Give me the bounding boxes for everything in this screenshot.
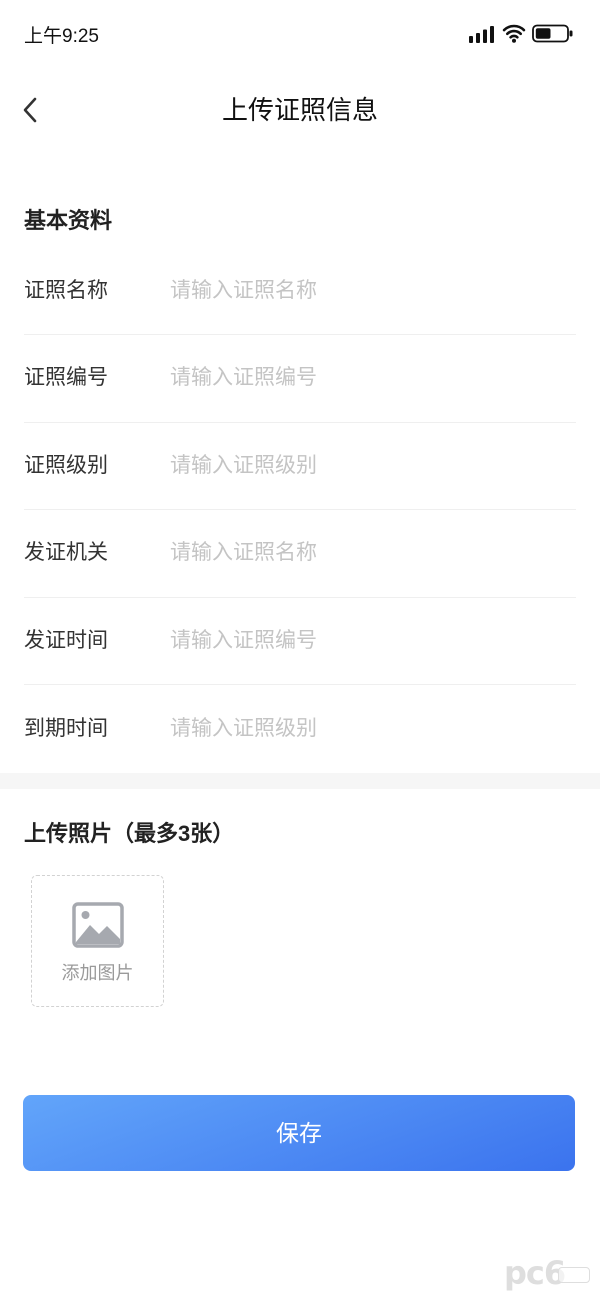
issuing-authority-input[interactable] bbox=[170, 540, 576, 567]
save-button-label: 保存 bbox=[276, 1120, 322, 1146]
form-row-issue-date: 发证时间 bbox=[24, 598, 576, 685]
add-image-label: 添加图片 bbox=[61, 963, 134, 983]
license-level-input[interactable] bbox=[170, 452, 576, 479]
field-label: 发证机关 bbox=[24, 541, 108, 565]
section-divider bbox=[0, 773, 600, 789]
field-label: 到期时间 bbox=[24, 716, 108, 740]
battery-level-fill bbox=[535, 28, 551, 39]
add-image-button[interactable]: 添加图片 bbox=[31, 875, 164, 1007]
form-row-issuing-authority: 发证机关 bbox=[24, 510, 576, 598]
signal-icon bbox=[469, 26, 494, 43]
form-row-license-number: 证照编号 bbox=[24, 335, 576, 423]
form-row-license-name: 证照名称 bbox=[24, 248, 576, 335]
issue-date-input[interactable] bbox=[170, 627, 576, 654]
wifi-icon bbox=[502, 24, 526, 43]
watermark-badge bbox=[558, 1267, 590, 1283]
field-label: 发证时间 bbox=[24, 628, 108, 652]
expiry-date-input[interactable] bbox=[170, 715, 576, 742]
form-row-license-level: 证照级别 bbox=[24, 423, 576, 510]
back-button[interactable] bbox=[10, 90, 50, 130]
license-number-input[interactable] bbox=[170, 365, 576, 392]
license-name-input[interactable] bbox=[170, 277, 576, 304]
page-title: 上传证照信息 bbox=[221, 95, 378, 125]
section-title-basic-info: 基本资料 bbox=[24, 208, 113, 233]
field-label: 证照名称 bbox=[24, 278, 108, 302]
chevron-left-icon bbox=[23, 97, 37, 123]
watermark-text: pc6 bbox=[504, 1254, 566, 1292]
save-button[interactable]: 保存 bbox=[23, 1095, 575, 1171]
license-form: 证照名称 证照编号 证照级别 发证机关 发证时间 到期时间 bbox=[24, 248, 576, 773]
image-icon bbox=[72, 902, 124, 948]
status-time: 上午9:25 bbox=[24, 26, 99, 47]
section-title-upload-photos: 上传照片（最多3张） bbox=[24, 821, 235, 846]
form-row-expiry-date: 到期时间 bbox=[24, 685, 576, 773]
battery-icon bbox=[532, 24, 573, 43]
status-bar: 上午9:25 bbox=[0, 0, 600, 64]
field-label: 证照级别 bbox=[24, 453, 108, 477]
nav-bar: 上传证照信息 bbox=[0, 64, 600, 156]
field-label: 证照编号 bbox=[24, 366, 108, 390]
watermark-logo: pc6 bbox=[504, 1254, 594, 1294]
